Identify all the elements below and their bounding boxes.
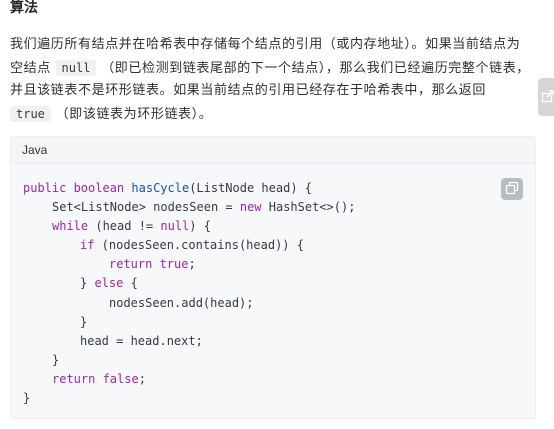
code-line: } else {	[23, 274, 355, 293]
inline-code-true: true	[10, 106, 51, 123]
code-line: Set<ListNode> nodesSeen = new HashSet<>(…	[23, 198, 355, 217]
copy-button[interactable]	[501, 178, 523, 200]
code-keyword: return true	[109, 257, 189, 272]
code-line: return false;	[23, 370, 355, 389]
code-block-header: Java	[11, 137, 535, 164]
share-button[interactable]	[538, 78, 554, 116]
code-text: }	[80, 314, 88, 329]
code-line: }	[23, 389, 355, 408]
code-line: public boolean hasCycle(ListNode head) {	[23, 179, 355, 198]
code-text: nodesSeen.add(head);	[109, 295, 254, 310]
code-text: ;	[138, 371, 146, 386]
code-line: if (nodesSeen.contains(head)) {	[23, 236, 355, 255]
code-text: }	[23, 391, 31, 406]
code-line: return true;	[23, 255, 355, 274]
code-text: }	[52, 352, 60, 367]
code-text: Set<ListNode> nodesSeen =	[52, 200, 240, 215]
code-keyword: new	[239, 200, 262, 215]
code-line: nodesSeen.add(head);	[23, 294, 355, 313]
inline-code-null: null	[55, 59, 97, 76]
code-text: ) {	[189, 219, 211, 234]
language-tab[interactable]: Java	[22, 142, 47, 158]
copy-icon	[505, 180, 519, 199]
code-block: Java public boolean hasCycle(ListNode he…	[10, 136, 536, 419]
code-line: }	[23, 313, 355, 332]
code-text: head = head.next;	[80, 333, 203, 348]
code-keyword: return false	[52, 371, 139, 386]
code-keyword: while	[52, 219, 89, 234]
code-content: public boolean hasCycle(ListNode head) {…	[23, 179, 355, 408]
code-text: (head !=	[88, 219, 161, 234]
code-text: (ListNode head) {	[189, 181, 313, 195]
code-keyword: if	[80, 238, 95, 253]
description-text-3: （即该链表为环形链表）。	[55, 107, 213, 123]
code-text: (nodesSeen.contains(head)) {	[94, 238, 304, 253]
code-function-name: hasCycle	[131, 181, 190, 195]
code-line: head = head.next;	[23, 332, 355, 351]
share-icon	[541, 88, 554, 107]
code-text: HashSet<>();	[261, 200, 356, 215]
code-text: ;	[188, 257, 196, 272]
code-line: while (head != null) {	[23, 217, 355, 236]
code-keyword: else	[94, 276, 124, 291]
section-heading: 算法	[10, 0, 38, 16]
code-keyword: public boolean	[23, 181, 125, 195]
algorithm-description: 我们遍历所有结点并在哈希表中存储每个结点的引用（或内存地址）。如果当前结点为空结…	[10, 34, 530, 127]
code-text: {	[123, 276, 138, 291]
code-text: }	[80, 276, 95, 291]
code-line: }	[23, 351, 355, 370]
code-keyword: null	[160, 219, 190, 234]
